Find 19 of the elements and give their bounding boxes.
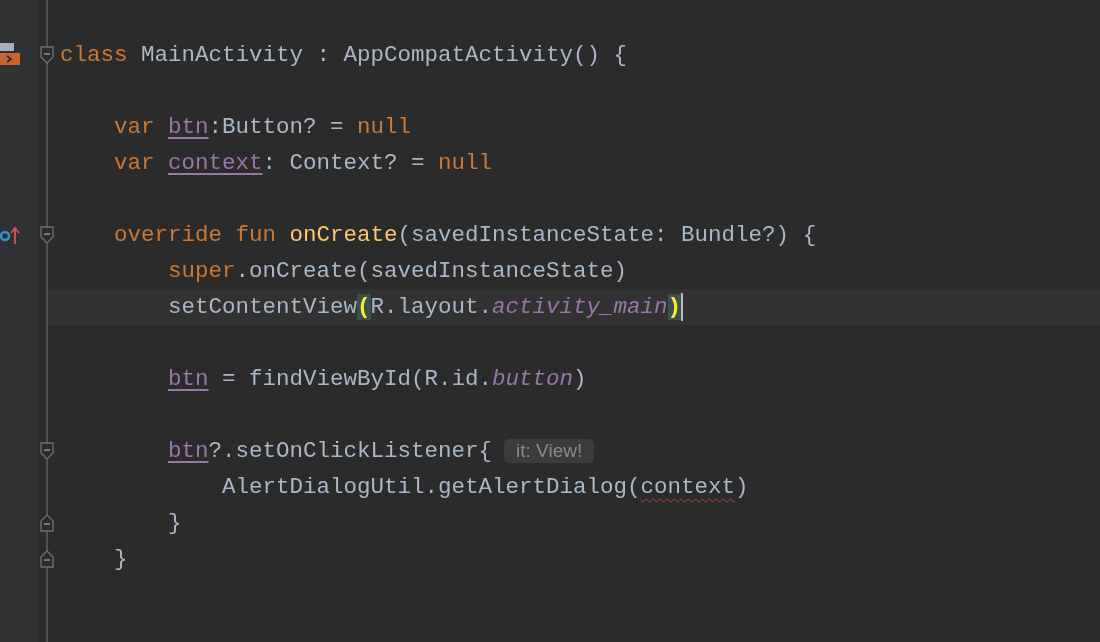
code-line: var context: Context? = null xyxy=(114,150,493,176)
code-line: btn?.setOnClickListener{ xyxy=(168,438,493,464)
fold-icon[interactable] xyxy=(40,550,54,568)
code-line: AlertDialogUtil.getAlertDialog(context) xyxy=(222,474,749,500)
fold-icon[interactable] xyxy=(40,46,54,64)
code-line: } xyxy=(114,546,128,572)
override-arrow-icon[interactable] xyxy=(0,225,22,245)
code-line: class MainActivity : AppCompatActivity() { xyxy=(60,42,628,68)
code-line: super.onCreate(savedInstanceState) xyxy=(168,258,628,284)
code-line: override fun onCreate(savedInstanceState: Bundle?) { xyxy=(114,222,817,248)
code-line: btn = findViewById(R.id.button) xyxy=(168,366,587,392)
inlay-hint: it: View! xyxy=(504,439,595,463)
fold-icon[interactable] xyxy=(40,514,54,532)
fold-icon[interactable] xyxy=(40,226,54,244)
run-gutter-icon[interactable] xyxy=(0,43,20,67)
code-line: var btn:Button? = null xyxy=(114,114,412,140)
code-line: setContentView(R.layout.activity_main) xyxy=(168,294,682,320)
fold-icon[interactable] xyxy=(40,442,54,460)
code-line: } xyxy=(168,510,182,536)
